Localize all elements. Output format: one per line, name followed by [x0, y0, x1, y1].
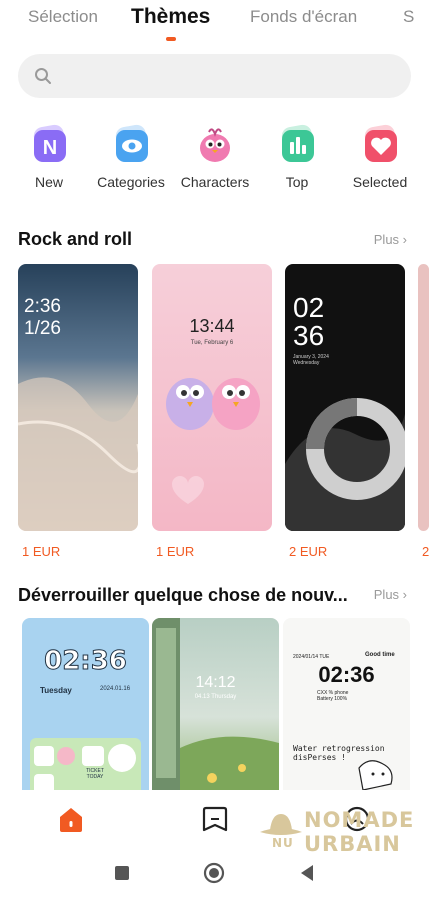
recents-square-icon[interactable]: [111, 862, 133, 884]
tab-selection[interactable]: Sélection: [28, 7, 98, 27]
theme-preview-doodle: [283, 618, 410, 798]
lock-time: 14:12: [195, 674, 236, 691]
lock-date: January 3, 2024 Wednesday: [293, 354, 329, 366]
svg-text:N: N: [43, 137, 57, 159]
theme-price: 1 EUR: [156, 544, 195, 559]
lock-date: 2024.01.16: [100, 686, 131, 692]
section-more-link[interactable]: Plus ›: [374, 232, 407, 247]
watermark-prefix: NU: [272, 836, 294, 850]
bar-chart-icon: [277, 124, 317, 164]
search-input[interactable]: [62, 54, 392, 98]
theme-price: 2: [422, 544, 429, 559]
theme-card[interactable]: 2024/01/14 TUE Good time 02:36 CXX % pho…: [283, 618, 410, 798]
tab-wallpapers[interactable]: Fonds d'écran: [250, 7, 357, 27]
theme-card[interactable]: [418, 264, 429, 531]
lock-time: 2:36: [24, 296, 61, 317]
category-selected[interactable]: Selected: [335, 120, 425, 190]
category-characters[interactable]: Characters: [170, 120, 260, 190]
category-label: Categories: [97, 174, 165, 190]
heart-icon: [360, 124, 400, 164]
doodle-note: Water retrogression disPerses !: [293, 744, 385, 762]
lock-date: 1/26: [24, 318, 61, 339]
lock-time: 02 36: [293, 292, 325, 351]
watermark-line2: URBAIN: [304, 832, 401, 856]
lock-day: Tuesday: [40, 686, 72, 695]
nomade-urbain-watermark: NU NOMADE URBAIN: [258, 808, 418, 858]
category-new[interactable]: N New: [4, 120, 94, 190]
watermark-line1: NOMADE: [304, 808, 415, 832]
theme-price: 2 EUR: [289, 544, 328, 559]
theme-preview-landscape: [152, 618, 279, 798]
system-navigation-bar: [0, 856, 429, 890]
theme-card[interactable]: 02:36 Tuesday 2024.01.16 TICKET TODAY: [22, 618, 149, 798]
ticket-tag: TICKET TODAY: [86, 768, 104, 780]
category-label: Selected: [352, 174, 408, 190]
theme-preview-pink-birds: [152, 264, 272, 531]
section-more-link[interactable]: Plus ›: [374, 587, 407, 602]
theme-card[interactable]: 14:12 04.13 Thursday: [152, 618, 279, 798]
home-circle-icon[interactable]: [203, 862, 225, 884]
lock-time: 02:36: [44, 646, 128, 677]
greeting-text: Good time: [365, 652, 395, 658]
theme-preview-partial: [418, 264, 429, 531]
eye-icon: [111, 124, 151, 164]
lock-date: 04.13 Thursday: [194, 694, 237, 700]
bookmark-icon[interactable]: [200, 804, 230, 834]
category-label: New: [34, 174, 63, 190]
active-tab-indicator: [166, 37, 176, 41]
lock-date: 2024/01/14 TUE: [293, 654, 330, 660]
bird-character-icon: [195, 124, 235, 164]
category-categories[interactable]: Categories: [86, 120, 176, 190]
category-top[interactable]: Top: [252, 120, 342, 190]
back-triangle-icon[interactable]: [296, 862, 318, 884]
lock-time: 13:44: [189, 316, 235, 336]
home-icon[interactable]: [56, 804, 86, 834]
category-label: Top: [285, 174, 309, 190]
n-icon: N: [29, 124, 69, 164]
category-label: Characters: [180, 174, 250, 190]
lock-time: 02:36: [318, 662, 375, 687]
search-icon: [35, 68, 51, 84]
theme-card[interactable]: 02 36 January 3, 2024 Wednesday: [285, 264, 405, 531]
battery-widget: CXX % phone Battery 100%: [317, 690, 349, 702]
theme-card[interactable]: 2:36 1/26: [18, 264, 138, 531]
category-shortcuts: N New Categories Characters Top Selected: [0, 120, 429, 200]
tab-themes[interactable]: Thèmes: [131, 5, 210, 29]
theme-card[interactable]: 13:44 Tue, February 6: [152, 264, 272, 531]
search-bar[interactable]: [18, 54, 411, 98]
theme-price: 1 EUR: [22, 544, 61, 559]
section-title-rock-and-roll: Rock and roll: [18, 229, 133, 249]
section-title-unlock-new: Déverrouiller quelque chose de nouv...: [18, 585, 348, 605]
lock-date: Tue, February 6: [190, 340, 234, 346]
top-tabs: Sélection Thèmes Fonds d'écran S: [0, 0, 429, 46]
tab-more[interactable]: S: [403, 7, 414, 27]
